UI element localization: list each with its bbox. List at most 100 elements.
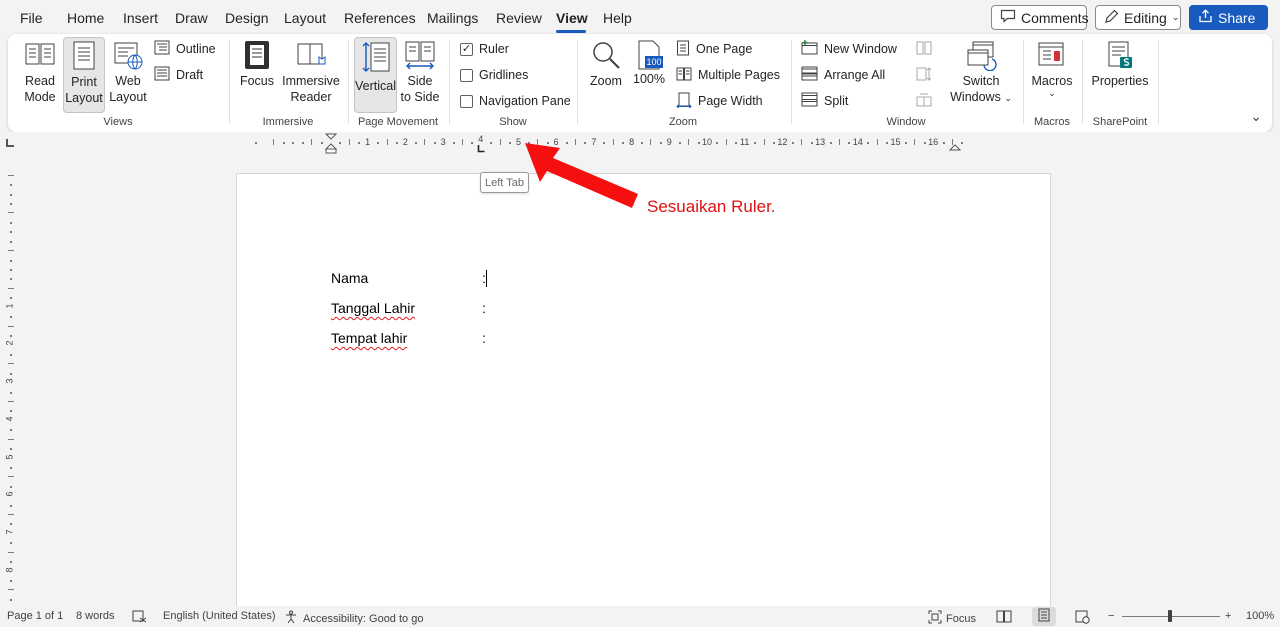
outline-icon xyxy=(154,40,170,58)
window-group-label: Window xyxy=(886,116,926,128)
share-label: Share xyxy=(1218,9,1256,26)
page-movement-group-label: Page Movement xyxy=(357,116,439,128)
menu-design[interactable]: Design xyxy=(225,10,269,26)
menu-draw[interactable]: Draw xyxy=(175,10,208,26)
left-tab-stop-icon[interactable] xyxy=(477,145,485,153)
new-window-button[interactable]: New Window xyxy=(801,39,897,59)
zoom-100-button[interactable]: 100 100% xyxy=(630,37,668,109)
ribbon-view: Read Mode Print Layout Web Layout Outlin… xyxy=(8,34,1272,132)
arrange-all-button[interactable]: Arrange All xyxy=(801,65,885,85)
page-width-button[interactable]: Page Width xyxy=(676,91,763,111)
properties-button[interactable]: Properties xyxy=(1088,37,1152,109)
ruler-tick xyxy=(942,142,945,144)
web-layout-status-button[interactable] xyxy=(1075,610,1090,627)
comments-button[interactable]: Comments xyxy=(991,5,1089,30)
split-button[interactable]: Split xyxy=(801,91,848,111)
focus-mode-button[interactable]: Focus xyxy=(928,610,976,627)
vertical-button[interactable]: Vertical xyxy=(354,37,397,113)
switch-windows-button[interactable]: Switch Windows ⌄ xyxy=(948,37,1014,109)
ruler-tick xyxy=(292,142,295,144)
macros-button[interactable]: Macros ⌄ xyxy=(1030,37,1074,109)
ruler-tick xyxy=(810,142,813,144)
zoom-level[interactable]: 100% xyxy=(1246,610,1274,622)
split-label: Split xyxy=(824,94,849,108)
print-layout-icon xyxy=(69,40,99,74)
menu-review[interactable]: Review xyxy=(496,10,542,26)
ruler-tick xyxy=(348,139,350,145)
proofing-indicator[interactable] xyxy=(132,610,147,626)
ruler-tick xyxy=(867,142,870,144)
ruler-tick xyxy=(10,429,12,432)
share-button[interactable]: Share xyxy=(1189,5,1268,30)
tab-selector-icon[interactable] xyxy=(6,139,14,147)
view-side-by-side-button[interactable] xyxy=(916,39,932,59)
outline-button[interactable]: Outline xyxy=(154,39,216,59)
properties-icon xyxy=(1104,39,1136,73)
immersive-reader-button[interactable]: Immersive Reader xyxy=(280,37,342,109)
menu-view[interactable]: View xyxy=(556,10,588,26)
menu-layout[interactable]: Layout xyxy=(284,10,326,26)
zoom-slider-thumb[interactable] xyxy=(1168,610,1172,622)
word-count[interactable]: 8 words xyxy=(76,610,115,622)
web-layout-button[interactable]: Web Layout xyxy=(108,37,148,109)
menu-references[interactable]: References xyxy=(344,10,416,26)
vertical-ruler[interactable]: 1 2 3 4 5 6 7 8 xyxy=(0,154,22,606)
zoom-in-button[interactable]: + xyxy=(1225,610,1231,622)
menu-mailings[interactable]: Mailings xyxy=(427,10,478,26)
menu-help[interactable]: Help xyxy=(603,10,632,26)
indent-marker-icon[interactable] xyxy=(323,132,339,154)
ruler-tick xyxy=(923,142,926,144)
group-divider xyxy=(577,40,578,124)
ruler-number: 4 xyxy=(478,134,484,144)
ruler-tick xyxy=(10,231,12,234)
vertical-label: Vertical xyxy=(355,79,396,93)
ruler-tick xyxy=(414,142,417,144)
ruler-tick xyxy=(876,139,878,145)
chevron-down-icon[interactable]: ⌄ xyxy=(1250,108,1262,125)
read-mode-status-button[interactable] xyxy=(996,610,1012,626)
page-count[interactable]: Page 1 of 1 xyxy=(7,610,63,622)
ruler-tick xyxy=(8,212,14,214)
ruler-tick xyxy=(848,142,851,144)
multiple-pages-button[interactable]: Multiple Pages xyxy=(676,65,780,85)
chevron-down-icon: ⌄ xyxy=(1004,93,1012,103)
zoom-out-button[interactable]: − xyxy=(1108,610,1114,622)
synchronous-scrolling-button[interactable] xyxy=(916,65,932,85)
group-divider xyxy=(1082,40,1083,124)
print-layout-status-button[interactable] xyxy=(1032,607,1056,626)
navigation-pane-checkbox[interactable]: Navigation Pane xyxy=(460,91,571,111)
zoom-button[interactable]: Zoom xyxy=(586,37,626,109)
accessibility-status[interactable]: Accessibility: Good to go xyxy=(285,610,423,627)
ruler-tick xyxy=(838,139,840,145)
editing-button[interactable]: Editing ⌄ xyxy=(1095,5,1181,30)
ruler-number: 2 xyxy=(4,340,15,346)
document-page[interactable] xyxy=(236,173,1051,613)
language-status[interactable]: English (United States) xyxy=(163,610,276,622)
menu-file[interactable]: File xyxy=(20,10,43,26)
ruler-tick xyxy=(8,514,14,516)
ruler-tick xyxy=(10,372,12,375)
ruler-checkbox[interactable]: ✓ Ruler xyxy=(460,39,509,59)
immersive-reader-label-1: Immersive xyxy=(282,74,340,88)
print-layout-button[interactable]: Print Layout xyxy=(63,37,105,113)
ruler-tick xyxy=(801,139,803,145)
menu-home[interactable]: Home xyxy=(67,10,104,26)
ruler-tick xyxy=(273,139,275,145)
vertical-scroll-icon xyxy=(360,40,392,78)
focus-button[interactable]: Focus xyxy=(239,37,275,109)
one-page-button[interactable]: One Page xyxy=(676,39,752,59)
gridlines-checkbox[interactable]: Gridlines xyxy=(460,65,528,85)
draft-button[interactable]: Draft xyxy=(154,65,203,85)
ruler-number: 13 xyxy=(815,137,826,147)
status-bar: Page 1 of 1 8 words English (United Stat… xyxy=(0,606,1280,627)
book-icon xyxy=(996,610,1012,626)
chevron-down-icon: ⌄ xyxy=(1171,12,1180,22)
menu-insert[interactable]: Insert xyxy=(123,10,158,26)
ruler-tick xyxy=(490,142,493,144)
reset-window-position-button[interactable] xyxy=(916,91,932,111)
read-mode-button[interactable]: Read Mode xyxy=(18,37,62,109)
ruler-tick xyxy=(8,363,14,365)
web-layout-icon xyxy=(112,39,144,73)
side-to-side-button[interactable]: Side to Side xyxy=(398,37,442,109)
side-to-side-icon xyxy=(404,39,436,73)
